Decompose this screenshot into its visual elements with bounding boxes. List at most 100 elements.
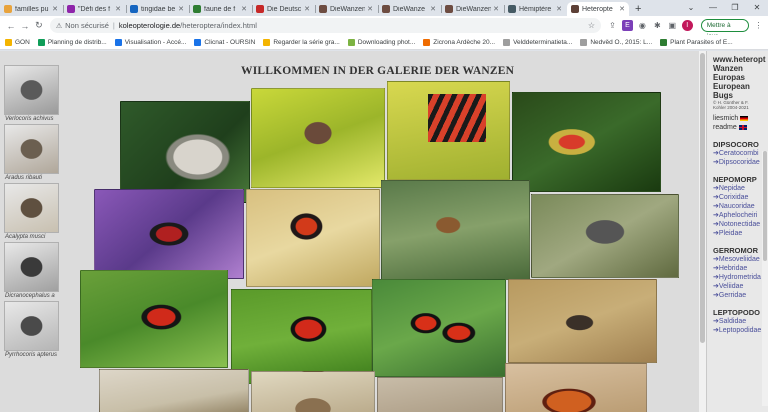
tab-item[interactable]: faune de f ✕ (189, 2, 251, 16)
bookmark-item[interactable]: Downloading phot... (347, 38, 415, 46)
bug-photo[interactable] (251, 371, 375, 412)
species-thumbnail[interactable]: Verlocoris achivus (4, 65, 59, 122)
menu-icon[interactable]: ⋮ (753, 20, 764, 31)
taxon-family-link[interactable]: ➔Aphelocheiri (707, 211, 768, 220)
tab-item[interactable]: familles pu ✕ (0, 2, 62, 16)
bookmark-item[interactable]: Planning de distrib... (37, 38, 107, 46)
taxon-family-link[interactable]: ➔Mesoveliidae (707, 255, 768, 264)
taxon-family-link[interactable]: ➔Leptopodidae (707, 326, 768, 335)
bug-photo[interactable] (508, 279, 657, 363)
tab-close-icon[interactable]: ✕ (556, 5, 562, 13)
page-scrollbar-thumb[interactable] (700, 53, 705, 343)
camera-icon[interactable]: ◉ (637, 20, 648, 31)
tab-item[interactable]: Hémiptère ✕ (504, 2, 566, 16)
bookmark-item[interactable]: Regarder la série gra... (263, 38, 340, 46)
bug-photo[interactable] (372, 279, 506, 377)
species-thumbnail[interactable]: Aradus ribauti (4, 124, 59, 181)
taxon-family-label: Hebridae (718, 265, 748, 272)
bug-photo[interactable] (99, 369, 249, 412)
tab-item[interactable]: "Défi des f ✕ (63, 2, 125, 16)
taxon-family-link[interactable]: ➔Pleidae (707, 229, 768, 238)
warning-icon[interactable]: ⚠ (56, 22, 62, 30)
taxon-family-link[interactable]: ➔Saldidae (707, 317, 768, 326)
share-icon[interactable]: ⇪ (607, 20, 618, 31)
tab-close-icon[interactable]: ✕ (430, 5, 436, 13)
taxon-group-heading[interactable]: GERROMOR (707, 246, 768, 255)
tab-close-icon[interactable]: ✕ (304, 5, 310, 13)
update-button[interactable]: Mettre à jour (700, 19, 750, 40)
bookmark-item[interactable]: Plant Parasites of E... (660, 38, 733, 46)
extension-icon[interactable]: E (621, 20, 633, 31)
bug-photo[interactable] (80, 270, 228, 368)
tab-close-icon[interactable]: ✕ (115, 5, 121, 13)
new-tab-button[interactable]: + (630, 2, 646, 16)
tab-label: DieWanzen (456, 5, 492, 13)
taxon-family-link[interactable]: ➔Corixidae (707, 193, 768, 202)
bug-photo[interactable] (531, 194, 679, 278)
tab-favicon-icon (67, 5, 75, 13)
species-thumbnail[interactable]: Dicranocephalus a (4, 242, 59, 299)
bookmark-star-icon[interactable]: ☆ (588, 21, 595, 30)
taxon-family-link[interactable]: ➔Hebridae (707, 264, 768, 273)
bug-photo[interactable] (231, 289, 372, 384)
minimize-button[interactable]: — (702, 0, 724, 16)
tab-search-icon[interactable]: ⌄ (680, 0, 702, 16)
tab-item[interactable]: Die Deutsc ✕ (252, 2, 314, 16)
taxon-family-link[interactable]: ➔Notonectidae (707, 220, 768, 229)
tab-item[interactable]: tingidae be ✕ (126, 2, 188, 16)
taxon-family-link[interactable]: ➔Nepidae (707, 184, 768, 193)
panel-scrollbar[interactable] (762, 151, 768, 406)
language-link[interactable]: liesmich (707, 114, 768, 123)
bookmark-item[interactable]: Clicnat - OURSIN (194, 38, 255, 46)
bug-photo[interactable] (381, 180, 530, 280)
tab-item[interactable]: DieWanzen ✕ (441, 2, 503, 16)
bookmark-item[interactable]: Nedvěd O., 2015: L... (580, 38, 652, 46)
tab-close-icon[interactable]: ✕ (619, 5, 625, 13)
bug-photo[interactable] (94, 189, 244, 279)
taxon-group-heading[interactable]: NEPOMORP (707, 175, 768, 184)
taxon-group-heading[interactable]: LEPTOPODO (707, 308, 768, 317)
close-window-button[interactable]: ✕ (746, 0, 768, 16)
forward-button[interactable]: → (18, 21, 32, 31)
bug-photo[interactable] (505, 363, 647, 412)
bug-photo[interactable] (120, 101, 250, 203)
taxon-group-heading[interactable]: DIPSOCORO (707, 140, 768, 149)
page-scrollbar[interactable] (699, 51, 706, 412)
tab-item[interactable]: DieWanze ✕ (378, 2, 440, 16)
taxon-family-link[interactable]: ➔Dipsocoridae (707, 158, 768, 167)
tab-close-icon[interactable]: ✕ (493, 5, 499, 13)
taxon-family-link[interactable]: ➔Naucoridae (707, 202, 768, 211)
bug-photo[interactable] (377, 377, 503, 412)
maximize-button[interactable]: ❐ (724, 0, 746, 16)
puzzle-icon[interactable]: ✱ (652, 20, 663, 31)
bug-photo[interactable] (387, 81, 510, 180)
back-button[interactable]: ← (4, 21, 18, 31)
reload-button[interactable]: ↻ (32, 20, 46, 31)
tab-close-icon[interactable]: ✕ (367, 5, 373, 13)
bookmark-item[interactable]: Zicrona Ardèche 20... (423, 38, 495, 46)
taxon-family-link[interactable]: ➔Veliidae (707, 282, 768, 291)
language-links: liesmich readme (707, 114, 768, 132)
language-link[interactable]: readme (707, 123, 768, 132)
panel-scrollbar-thumb[interactable] (763, 151, 767, 261)
taxon-family-link[interactable]: ➔Hydrometrida (707, 273, 768, 282)
avatar[interactable]: I (681, 20, 693, 31)
tab-close-icon[interactable]: ✕ (178, 5, 184, 13)
tab-close-icon[interactable]: ✕ (241, 5, 247, 13)
taxon-family-link[interactable]: ➔Ceratocombi (707, 149, 768, 158)
bug-photo[interactable] (251, 88, 385, 188)
sidebar-icon[interactable]: ▣ (667, 20, 678, 31)
species-thumbnail[interactable]: Acalypta musci (4, 183, 59, 240)
address-bar[interactable]: ⚠ Non sécurisé | koleopterologie.de /het… (49, 18, 602, 33)
bug-photo[interactable] (246, 189, 380, 287)
species-thumbnail[interactable]: Pyrrhocoris apterus (4, 301, 59, 358)
tab-item[interactable]: DieWanzen ✕ (315, 2, 377, 16)
bug-photo[interactable] (512, 92, 661, 192)
bookmark-item[interactable]: Velddeterminatieta... (503, 38, 572, 46)
tab-item[interactable]: Heteropte ✕ (567, 2, 629, 16)
bookmark-item[interactable]: Visualisation - Accé... (114, 38, 186, 46)
bookmark-item[interactable]: GON (5, 38, 30, 46)
insecure-label: Non sécurisé (65, 21, 109, 30)
tab-close-icon[interactable]: ✕ (52, 5, 58, 13)
taxon-family-link[interactable]: ➔Gerridae (707, 291, 768, 300)
